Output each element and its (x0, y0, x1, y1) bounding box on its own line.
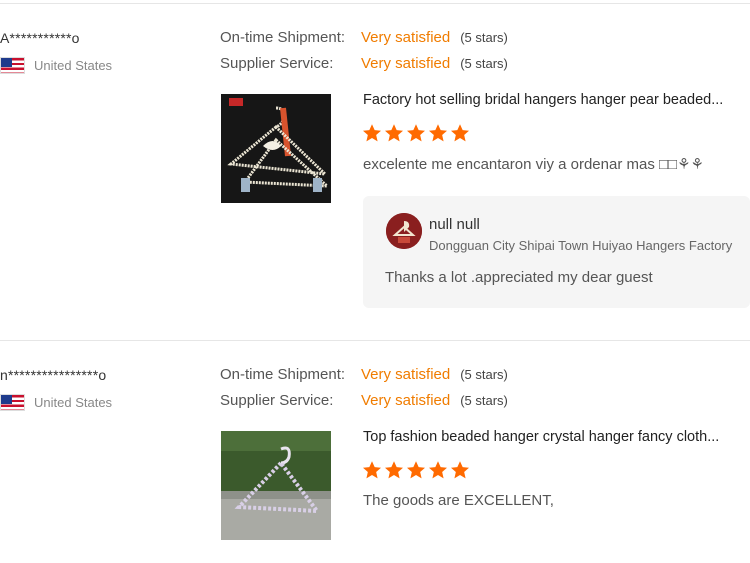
us-flag-icon (0, 57, 25, 74)
seller-company: Dongguan City Shipai Town Huiyao Hangers… (429, 238, 733, 253)
rating-stars-text: (5 stars) (460, 393, 508, 408)
reply-text: Thanks a lot .appreciated my dear guest (385, 269, 653, 286)
review-card: n****************o United States On-time… (0, 337, 750, 563)
rating-label: Supplier Service: (220, 55, 334, 72)
country-label: United States (34, 395, 113, 410)
rating-stars-text: (5 stars) (460, 367, 508, 382)
us-flag-icon (0, 394, 25, 411)
product-rating-stars (362, 460, 470, 480)
star-icon (451, 461, 469, 479)
star-icon (451, 124, 469, 142)
rating-label: On-time Shipment: (220, 366, 346, 383)
star-icon (429, 124, 447, 142)
star-icon (429, 461, 447, 479)
star-icon (385, 461, 403, 479)
product-thumbnail[interactable] (221, 94, 331, 203)
star-icon (407, 124, 425, 142)
rating-value: Very satisfied (361, 55, 451, 72)
buyer-name: A***********o (0, 30, 80, 46)
review-card: A***********o United States On-time Ship… (0, 0, 750, 340)
rating-shipment: On-time Shipment: Very satisfied (5 star… (220, 366, 508, 383)
rating-stars-text: (5 stars) (460, 56, 508, 71)
star-icon (363, 124, 381, 142)
star-icon (407, 461, 425, 479)
seller-reply: null null Dongguan City Shipai Town Huiy… (363, 196, 750, 308)
buyer-name: n****************o (0, 367, 107, 383)
country-label: United States (34, 58, 113, 73)
rating-shipment: On-time Shipment: Very satisfied (5 star… (220, 29, 508, 46)
seller-name: null null (429, 216, 480, 233)
rating-label: Supplier Service: (220, 392, 334, 409)
buyer-country: United States (0, 57, 112, 74)
seller-avatar (386, 213, 422, 249)
product-rating-stars (362, 123, 470, 143)
rating-service: Supplier Service: Very satisfied (5 star… (220, 55, 508, 72)
rating-stars-text: (5 stars) (460, 30, 508, 45)
review-comment: excelente me encantaron viy a ordenar ma… (363, 156, 705, 173)
product-thumbnail[interactable] (221, 431, 331, 540)
product-title-link[interactable]: Top fashion beaded hanger crystal hanger… (363, 429, 743, 445)
rating-service: Supplier Service: Very satisfied (5 star… (220, 392, 508, 409)
review-comment: The goods are EXCELLENT, (363, 492, 554, 509)
rating-value: Very satisfied (361, 392, 451, 409)
rating-value: Very satisfied (361, 29, 451, 46)
rating-value: Very satisfied (361, 366, 451, 383)
star-icon (385, 124, 403, 142)
product-title-link[interactable]: Factory hot selling bridal hangers hange… (363, 92, 743, 108)
rating-label: On-time Shipment: (220, 29, 346, 46)
buyer-country: United States (0, 394, 112, 411)
star-icon (363, 461, 381, 479)
